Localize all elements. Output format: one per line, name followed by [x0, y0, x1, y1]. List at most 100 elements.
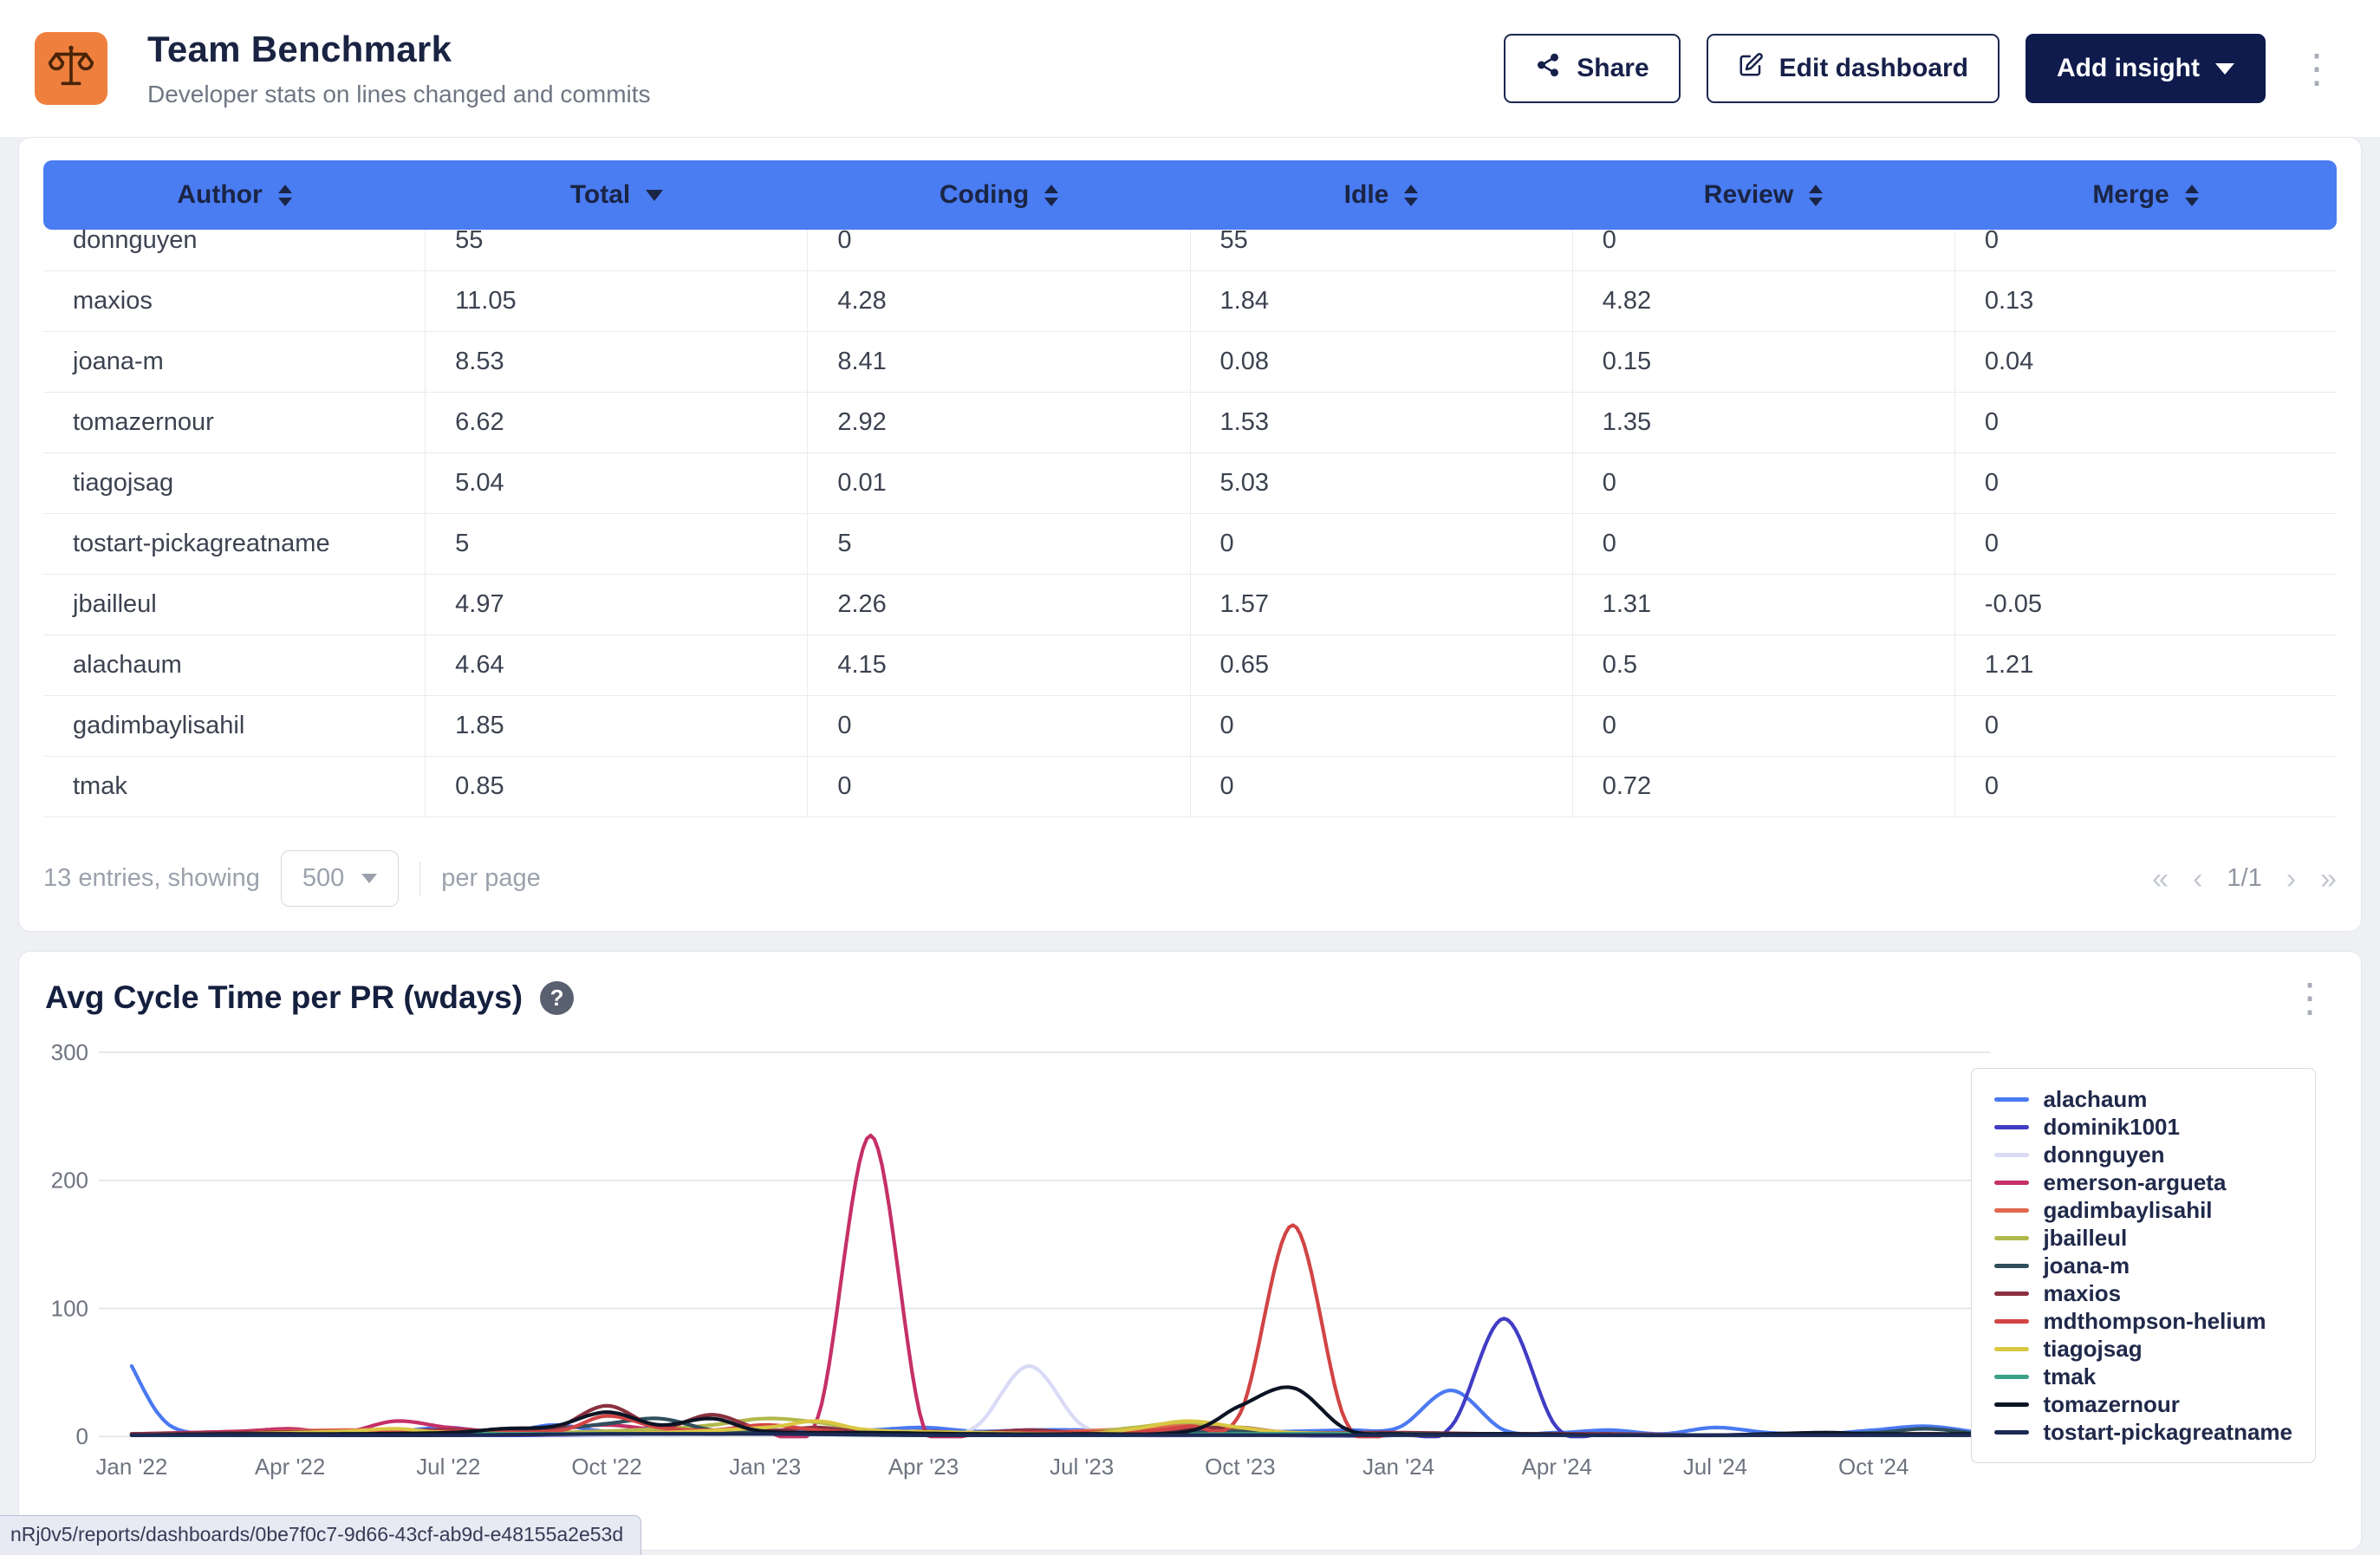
- legend-label: tostart-pickagreatname: [2043, 1419, 2292, 1446]
- value-cell: 4.28: [808, 271, 1190, 331]
- value-cell: 0: [1955, 514, 2337, 574]
- legend-swatch: [1994, 1208, 2029, 1213]
- legend-swatch: [1994, 1181, 2029, 1185]
- legend-swatch: [1994, 1402, 2029, 1407]
- column-header-author[interactable]: Author: [43, 160, 426, 230]
- legend-item[interactable]: donnguyen: [1994, 1142, 2292, 1168]
- value-cell: 4.97: [426, 575, 808, 634]
- value-cell: 5: [808, 514, 1190, 574]
- column-header-review[interactable]: Review: [1572, 160, 1954, 230]
- legend-item[interactable]: alachaum: [1994, 1086, 2292, 1112]
- value-cell: 1.84: [1191, 271, 1573, 331]
- svg-text:300: 300: [51, 1041, 88, 1065]
- svg-text:Apr '24: Apr '24: [1522, 1455, 1592, 1480]
- table-row: tmak0.85000.720: [43, 757, 2337, 817]
- last-page-button[interactable]: »: [2320, 864, 2337, 894]
- value-cell: 1.53: [1191, 393, 1573, 452]
- value-cell: 8.53: [426, 332, 808, 392]
- value-cell: 4.15: [808, 635, 1190, 695]
- legend-label: tomazernour: [2043, 1391, 2179, 1418]
- legend-swatch: [1994, 1375, 2029, 1379]
- legend-swatch: [1994, 1236, 2029, 1240]
- legend-label: donnguyen: [2043, 1142, 2164, 1168]
- legend-swatch: [1994, 1291, 2029, 1296]
- legend-item[interactable]: gadimbaylisahil: [1994, 1197, 2292, 1223]
- author-cell: tiagojsag: [43, 453, 426, 513]
- value-cell: 0: [1573, 230, 1955, 270]
- table-body[interactable]: donnguyen5505500maxios11.054.281.844.820…: [43, 230, 2337, 817]
- value-cell: 5.03: [1191, 453, 1573, 513]
- table-row: gadimbaylisahil1.850000: [43, 696, 2337, 757]
- edit-dashboard-button[interactable]: Edit dashboard: [1707, 34, 2000, 103]
- table-row: alachaum4.644.150.650.51.21: [43, 635, 2337, 696]
- add-insight-button[interactable]: Add insight: [2026, 34, 2266, 103]
- legend-swatch: [1994, 1430, 2029, 1435]
- legend-item[interactable]: emerson-argueta: [1994, 1169, 2292, 1195]
- legend-item[interactable]: tmak: [1994, 1363, 2292, 1389]
- legend-swatch: [1994, 1153, 2029, 1157]
- column-header-total[interactable]: Total: [426, 160, 808, 230]
- table-row: maxios11.054.281.844.820.13: [43, 271, 2337, 332]
- value-cell: 8.41: [808, 332, 1190, 392]
- value-cell: 1.85: [426, 696, 808, 756]
- legend-item[interactable]: tiagojsag: [1994, 1336, 2292, 1362]
- series-line-tostart-pickagreatname: [132, 1434, 1980, 1435]
- value-cell: 0: [808, 696, 1190, 756]
- legend-item[interactable]: maxios: [1994, 1280, 2292, 1306]
- column-header-coding[interactable]: Coding: [808, 160, 1190, 230]
- legend-item[interactable]: tostart-pickagreatname: [1994, 1419, 2292, 1445]
- legend-label: tmak: [2043, 1363, 2096, 1390]
- value-cell: 5.04: [426, 453, 808, 513]
- sort-icon: [1044, 185, 1058, 206]
- add-insight-button-label: Add insight: [2057, 54, 2200, 83]
- header-kebab-menu[interactable]: ⋮: [2292, 49, 2342, 88]
- value-cell: 5: [426, 514, 808, 574]
- column-header-idle[interactable]: Idle: [1190, 160, 1572, 230]
- value-cell: 0: [808, 230, 1190, 270]
- value-cell: 1.31: [1573, 575, 1955, 634]
- legend-item[interactable]: jbailleul: [1994, 1225, 2292, 1251]
- value-cell: 0: [1573, 453, 1955, 513]
- table-row: tostart-pickagreatname55000: [43, 514, 2337, 575]
- share-icon: [1535, 52, 1561, 85]
- value-cell: 0.15: [1573, 332, 1955, 392]
- column-label: Author: [177, 180, 262, 210]
- page-subtitle: Developer stats on lines changed and com…: [147, 81, 651, 108]
- app-header: Team Benchmark Developer stats on lines …: [0, 0, 2380, 137]
- page-size-select[interactable]: 500: [281, 850, 399, 907]
- value-cell: 0: [1955, 757, 2337, 817]
- series-line-mdthompson-helium: [132, 1225, 1980, 1436]
- legend-item[interactable]: dominik1001: [1994, 1114, 2292, 1140]
- share-button[interactable]: Share: [1504, 34, 1680, 103]
- footer-divider: [419, 862, 420, 896]
- legend-item[interactable]: joana-m: [1994, 1252, 2292, 1278]
- legend-item[interactable]: tomazernour: [1994, 1391, 2292, 1417]
- chart-title: Avg Cycle Time per PR (wdays): [45, 979, 523, 1016]
- svg-text:100: 100: [51, 1297, 88, 1321]
- legend-item[interactable]: mdthompson-helium: [1994, 1308, 2292, 1334]
- column-header-merge[interactable]: Merge: [1954, 160, 2337, 230]
- page-title: Team Benchmark: [147, 29, 651, 70]
- value-cell: 55: [426, 230, 808, 270]
- chart-kebab-menu[interactable]: ⋮: [2285, 978, 2335, 1018]
- main-content: Author TotalCoding Idle ReviewMerge donnguy…: [0, 137, 2380, 1551]
- prev-page-button[interactable]: ‹: [2193, 864, 2202, 894]
- value-cell: 0: [808, 757, 1190, 817]
- value-cell: 0.01: [808, 453, 1190, 513]
- legend-label: joana-m: [2043, 1252, 2130, 1279]
- column-label: Idle: [1344, 180, 1389, 210]
- table-header-row: Author TotalCoding Idle ReviewMerge: [43, 160, 2337, 230]
- legend-swatch: [1994, 1264, 2029, 1268]
- svg-text:Oct '23: Oct '23: [1205, 1455, 1275, 1480]
- value-cell: 1.35: [1573, 393, 1955, 452]
- value-cell: 0: [1955, 230, 2337, 270]
- svg-text:Oct '24: Oct '24: [1838, 1455, 1909, 1480]
- help-icon[interactable]: ?: [540, 981, 574, 1015]
- next-page-button[interactable]: ›: [2286, 864, 2296, 894]
- first-page-button[interactable]: «: [2152, 864, 2169, 894]
- chart-legend: alachaumdominik1001donnguyenemerson-argu…: [1971, 1068, 2316, 1463]
- value-cell: 0: [1191, 696, 1573, 756]
- value-cell: 0: [1573, 696, 1955, 756]
- value-cell: 0: [1955, 696, 2337, 756]
- value-cell: 6.62: [426, 393, 808, 452]
